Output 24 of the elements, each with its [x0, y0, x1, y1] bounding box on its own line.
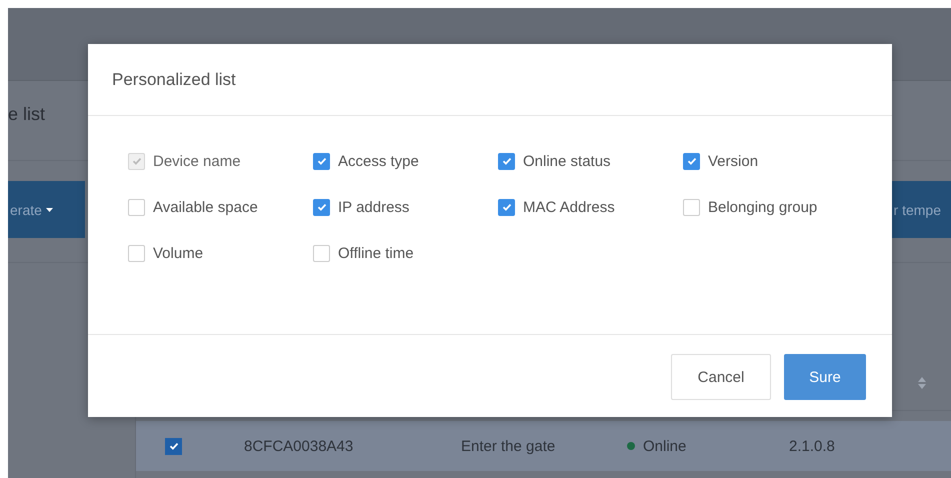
status-text: Online	[643, 438, 686, 454]
check-icon	[500, 155, 512, 167]
column-checkbox[interactable]: Access type	[313, 152, 419, 170]
check-icon	[168, 440, 180, 452]
dialog-title: Personalized list	[112, 70, 236, 90]
check-icon	[686, 155, 698, 167]
column-checkbox[interactable]: Version	[683, 152, 758, 170]
column-checkbox[interactable]: Volume	[128, 244, 204, 262]
column-checkbox[interactable]: MAC Address	[498, 198, 615, 216]
cancel-button[interactable]: Cancel	[671, 354, 771, 400]
table-cell: 2.1.0.8	[789, 438, 835, 454]
check-icon	[130, 155, 142, 167]
check-icon	[316, 201, 328, 213]
column-checkbox[interactable]: Belonging group	[683, 198, 818, 216]
column-checkbox[interactable]: Online status	[498, 152, 611, 170]
column-checkbox[interactable]: IP address	[313, 198, 410, 216]
column-checkbox[interactable]: Offline time	[313, 244, 414, 262]
table-cell-text: 8CFCA0038A43	[244, 438, 354, 454]
check-icon	[500, 201, 512, 213]
check-icon	[316, 155, 328, 167]
column-checkbox[interactable]: Available space	[128, 198, 258, 216]
table-cell-text: Enter the gate	[461, 438, 556, 454]
page-title: e list	[8, 104, 46, 125]
row-checkbox[interactable]	[165, 438, 182, 454]
